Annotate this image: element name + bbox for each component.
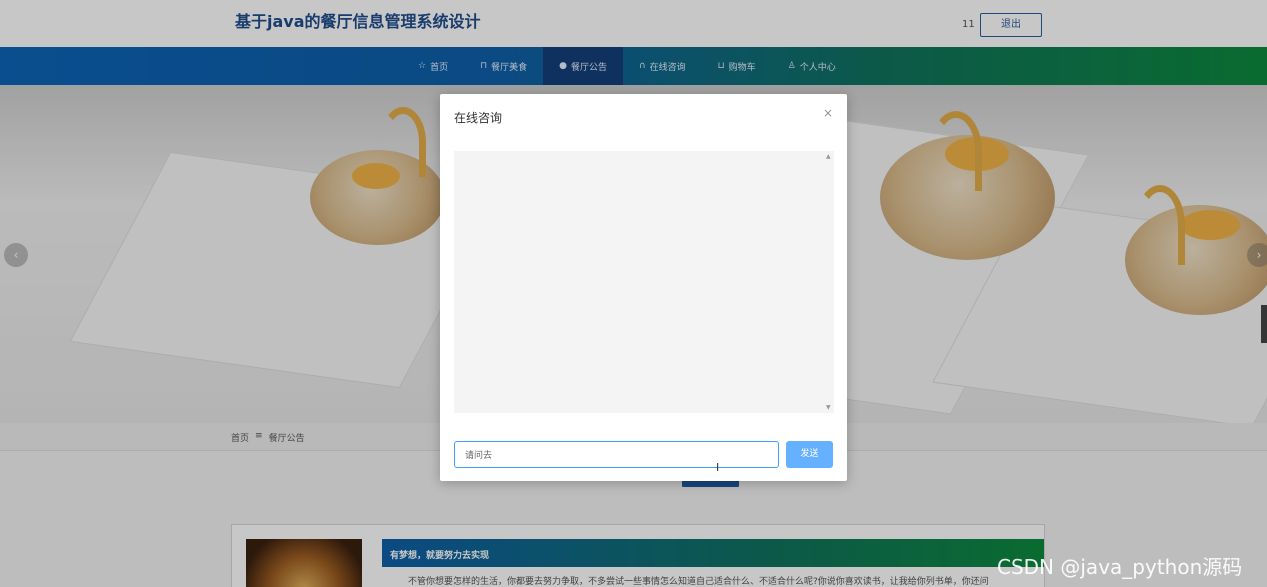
dialog-title: 在线咨询 bbox=[454, 111, 503, 125]
scroll-down-arrow-icon[interactable]: ▼ bbox=[826, 404, 831, 411]
send-button[interactable]: 发送 bbox=[786, 441, 833, 468]
chat-message-input[interactable] bbox=[454, 441, 779, 468]
chat-message-area[interactable]: ▲ ▼ bbox=[454, 151, 834, 413]
text-cursor-icon: I bbox=[716, 461, 720, 474]
close-icon[interactable]: × bbox=[823, 106, 833, 120]
chat-dialog: 在线咨询 × ▲ ▼ 发送 bbox=[440, 94, 847, 481]
watermark-text: CSDN @java_python源码 bbox=[997, 555, 1243, 579]
chat-scrollbar[interactable]: ▲ ▼ bbox=[824, 151, 834, 413]
scroll-up-arrow-icon[interactable]: ▲ bbox=[826, 153, 831, 160]
